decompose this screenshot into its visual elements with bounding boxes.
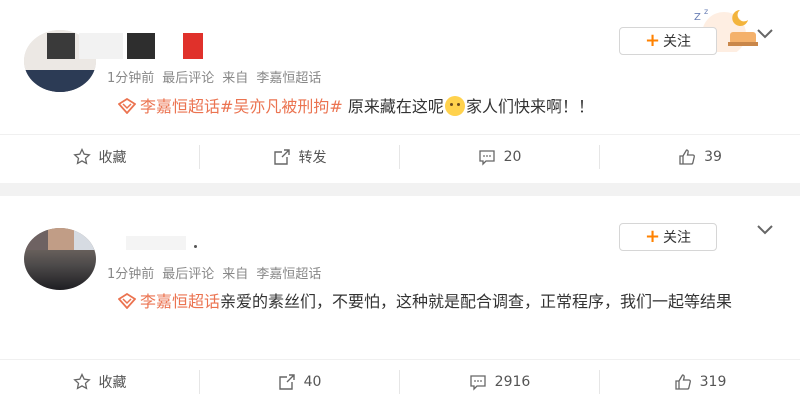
favorite-label: 收藏: [98, 150, 127, 166]
post-text-end: 家人们快来啊！！: [465, 97, 594, 116]
action-bar: 收藏 转发 20 39: [0, 134, 800, 179]
super-topic-icon: [118, 98, 136, 114]
favorite-label: 收藏: [98, 375, 127, 391]
comment-button[interactable]: 20: [400, 135, 599, 179]
thumbs-up-icon: [679, 149, 696, 165]
hashtag-link[interactable]: #吴亦凡被刑拘#: [220, 97, 343, 116]
super-topic-icon: [118, 293, 136, 309]
like-button[interactable]: 39: [600, 135, 800, 179]
star-icon: [72, 373, 91, 390]
username-blurred[interactable]: [126, 236, 186, 250]
repost-button[interactable]: 40: [200, 360, 399, 404]
weibo-post-2: 1分钟前 最后评论 来自 李嘉恒超话 + 关注 李嘉恒超话亲爱的素丝们，不要怕，…: [0, 196, 800, 407]
like-count: 39: [704, 149, 722, 165]
like-count: 319: [699, 374, 727, 390]
thumbs-up-icon: [674, 374, 691, 390]
svg-text:Z: Z: [694, 12, 701, 23]
post-text: 亲爱的素丝们，不要怕，这种就是配合调查，正常程序，我们一起等结果: [220, 292, 733, 311]
repost-button[interactable]: 转发: [200, 135, 399, 179]
repost-icon: [278, 374, 295, 390]
plus-icon: +: [644, 30, 661, 51]
follow-label: 关注: [663, 230, 692, 246]
meta-from: 来自: [222, 71, 249, 86]
post-separator: [0, 183, 800, 196]
plus-icon: +: [644, 226, 661, 247]
post-text: 原来藏在这呢: [342, 97, 444, 116]
comment-icon: [470, 375, 486, 391]
chevron-down-icon[interactable]: [756, 224, 774, 236]
post-meta: 1分钟前 最后评论 来自 李嘉恒超话: [107, 67, 321, 86]
chevron-down-icon[interactable]: [756, 28, 774, 40]
meta-last-comment: 最后评论: [162, 267, 215, 282]
username-dot: [194, 245, 197, 248]
repost-label: 转发: [298, 150, 327, 166]
repost-icon: [273, 149, 290, 165]
super-topic-link[interactable]: 李嘉恒超话: [140, 97, 220, 116]
post-time: 1分钟前: [107, 267, 155, 282]
action-bar: 收藏 40 2916 319: [0, 359, 800, 404]
follow-button[interactable]: + 关注: [619, 223, 717, 251]
super-topic-link[interactable]: 李嘉恒超话: [140, 292, 220, 311]
like-button[interactable]: 319: [600, 360, 800, 404]
favorite-button[interactable]: 收藏: [0, 360, 199, 404]
doge-emoji-icon: [444, 96, 465, 116]
repost-count: 40: [303, 374, 322, 390]
meta-source-link[interactable]: 李嘉恒超话: [256, 263, 321, 282]
post-time: 1分钟前: [107, 71, 155, 86]
post-content: 李嘉恒超话#吴亦凡被刑拘# 原来藏在这呢 家人们快来啊！！: [118, 93, 768, 121]
weibo-post-1: 1分钟前 最后评论 来自 李嘉恒超话 Z z + 关注 李嘉恒超话#吴亦凡被刑拘…: [0, 0, 800, 183]
star-icon: [72, 148, 91, 165]
meta-last-comment: 最后评论: [162, 71, 215, 86]
follow-label: 关注: [663, 34, 692, 50]
post-meta: 1分钟前 最后评论 来自 李嘉恒超话: [107, 263, 321, 282]
follow-button[interactable]: + 关注: [619, 27, 717, 55]
username-blurred[interactable]: [47, 33, 203, 59]
svg-text:z: z: [704, 7, 708, 16]
comment-icon: [478, 150, 495, 166]
comment-count: 20: [503, 149, 522, 165]
meta-source-link[interactable]: 李嘉恒超话: [256, 67, 321, 86]
favorite-button[interactable]: 收藏: [0, 135, 199, 179]
avatar[interactable]: [24, 228, 96, 290]
meta-from: 来自: [222, 267, 249, 282]
comment-count: 2916: [494, 374, 531, 390]
comment-button[interactable]: 2916: [400, 360, 599, 404]
post-content: 李嘉恒超话亲爱的素丝们，不要怕，这种就是配合调查，正常程序，我们一起等结果: [118, 288, 768, 316]
